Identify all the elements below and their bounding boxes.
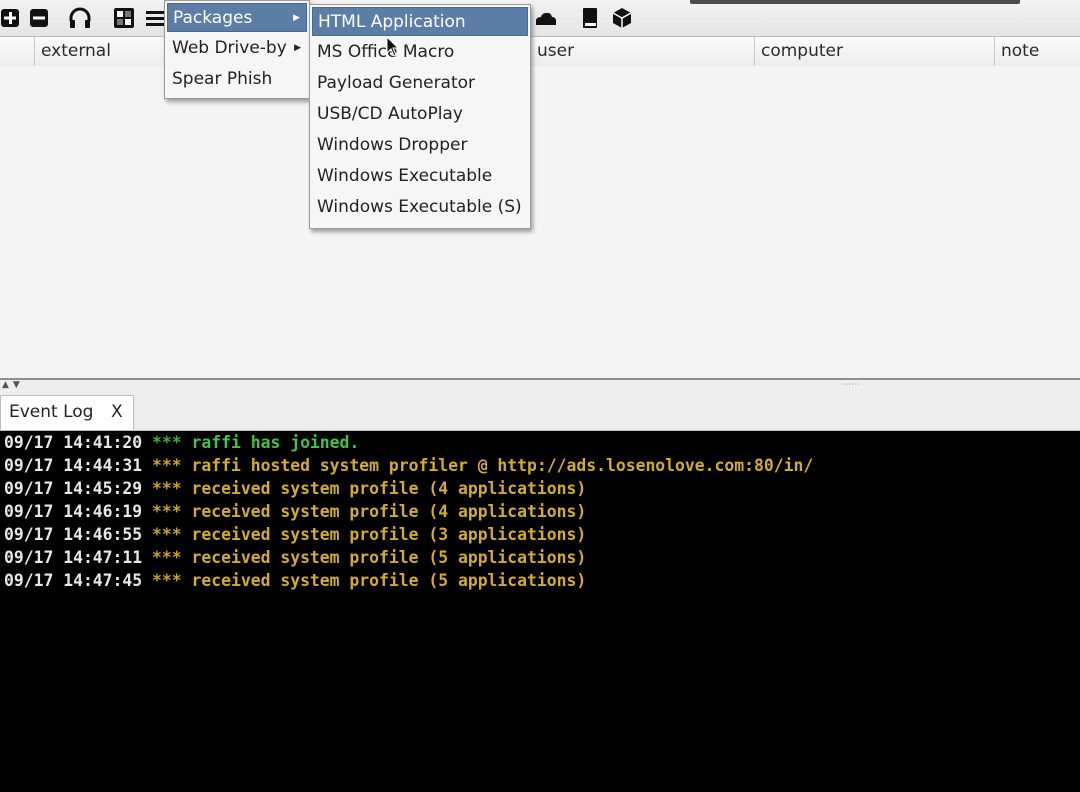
log-line: 09/17 14:41:20 *** raffi has joined. xyxy=(4,431,359,454)
mouse-cursor-icon xyxy=(386,35,400,62)
submenu-arrow-icon: ▶ xyxy=(294,43,301,53)
tab-event-log[interactable]: Event Log X xyxy=(0,395,134,430)
targets-table-body[interactable] xyxy=(0,66,1080,378)
window-edge xyxy=(690,0,1020,4)
log-timestamp: 09/17 14:47:45 xyxy=(4,571,143,590)
log-message: received system profile (5 applications) xyxy=(191,571,587,590)
log-timestamp: 09/17 14:46:19 xyxy=(4,502,143,521)
tab-strip: Event Log X xyxy=(0,394,1080,431)
toolbar xyxy=(0,0,1080,37)
log-line: 09/17 14:44:31 *** raffi hosted system p… xyxy=(4,454,813,477)
log-timestamp: 09/17 14:45:29 xyxy=(4,479,143,498)
log-stars: *** xyxy=(152,479,182,498)
column-note[interactable]: note xyxy=(994,37,1080,66)
packages-submenu: HTML Application MS Office Macro Payload… xyxy=(309,4,531,229)
log-message: received system profile (5 applications) xyxy=(191,548,587,567)
log-message: received system profile (4 applications) xyxy=(191,502,587,521)
menu-item-windows-dropper[interactable]: Windows Dropper xyxy=(312,131,528,160)
log-stars: *** xyxy=(152,456,182,475)
splitter-arrows-icon[interactable]: ▲▼ xyxy=(2,380,24,390)
log-stars: *** xyxy=(152,571,182,590)
book-icon[interactable] xyxy=(578,6,602,30)
menu-item-web-drive-by[interactable]: Web Drive-by ▶ xyxy=(167,34,307,63)
tab-close-button[interactable]: X xyxy=(111,402,123,422)
log-line: 09/17 14:46:19 *** received system profi… xyxy=(4,500,586,523)
plus-icon[interactable] xyxy=(0,6,22,30)
log-timestamp: 09/17 14:41:20 xyxy=(4,433,143,452)
log-timestamp: 09/17 14:47:11 xyxy=(4,548,143,567)
log-timestamp: 09/17 14:44:31 xyxy=(4,456,143,475)
splitter-grip-icon[interactable]: ⋯⋯ xyxy=(842,380,860,390)
menu-item-ms-office-macro[interactable]: MS Office Macro xyxy=(312,38,528,67)
event-log-console[interactable]: 09/17 14:41:20 *** raffi has joined. 09/… xyxy=(0,431,1080,792)
log-message: received system profile (4 applications) xyxy=(191,479,587,498)
menu-item-html-application[interactable]: HTML Application xyxy=(312,7,528,36)
log-line: 09/17 14:47:11 *** received system profi… xyxy=(4,546,586,569)
menu-item-payload-generator[interactable]: Payload Generator xyxy=(312,69,528,98)
cloud-icon[interactable] xyxy=(534,6,558,30)
log-timestamp: 09/17 14:46:55 xyxy=(4,525,143,544)
log-line: 09/17 14:45:29 *** received system profi… xyxy=(4,477,586,500)
menu-item-label: Web Drive-by xyxy=(172,38,287,58)
log-line: 09/17 14:46:55 *** received system profi… xyxy=(4,523,586,546)
grid-icon[interactable] xyxy=(112,6,136,30)
log-stars: *** xyxy=(152,433,182,452)
submenu-arrow-icon: ▶ xyxy=(293,13,300,23)
tab-label: Event Log xyxy=(9,402,94,422)
menu-item-usb-cd-autoplay[interactable]: USB/CD AutoPlay xyxy=(312,100,528,129)
targets-table-header: external user computer note xyxy=(0,37,1080,67)
menu-item-label: Packages xyxy=(173,8,253,28)
log-stars: *** xyxy=(152,502,182,521)
menu-item-windows-executable[interactable]: Windows Executable xyxy=(312,162,528,191)
menu-item-packages[interactable]: Packages ▶ xyxy=(167,3,307,32)
log-message: raffi has joined. xyxy=(191,433,360,452)
menu-item-label: Spear Phish xyxy=(172,69,273,89)
column-computer[interactable]: computer xyxy=(754,37,994,66)
menu-item-windows-executable-s[interactable]: Windows Executable (S) xyxy=(312,193,528,222)
cube-icon[interactable] xyxy=(610,6,634,30)
log-stars: *** xyxy=(152,548,182,567)
headphones-icon[interactable] xyxy=(68,6,92,30)
log-stars: *** xyxy=(152,525,182,544)
log-line: 09/17 14:47:45 *** received system profi… xyxy=(4,569,586,592)
log-message: raffi hosted system profiler @ http://ad… xyxy=(191,456,814,475)
minus-icon[interactable] xyxy=(27,6,51,30)
column-user[interactable]: user xyxy=(530,37,754,66)
log-message: received system profile (3 applications) xyxy=(191,525,587,544)
menu-item-spear-phish[interactable]: Spear Phish xyxy=(167,65,307,94)
attacks-menu: Packages ▶ Web Drive-by ▶ Spear Phish xyxy=(164,0,310,99)
